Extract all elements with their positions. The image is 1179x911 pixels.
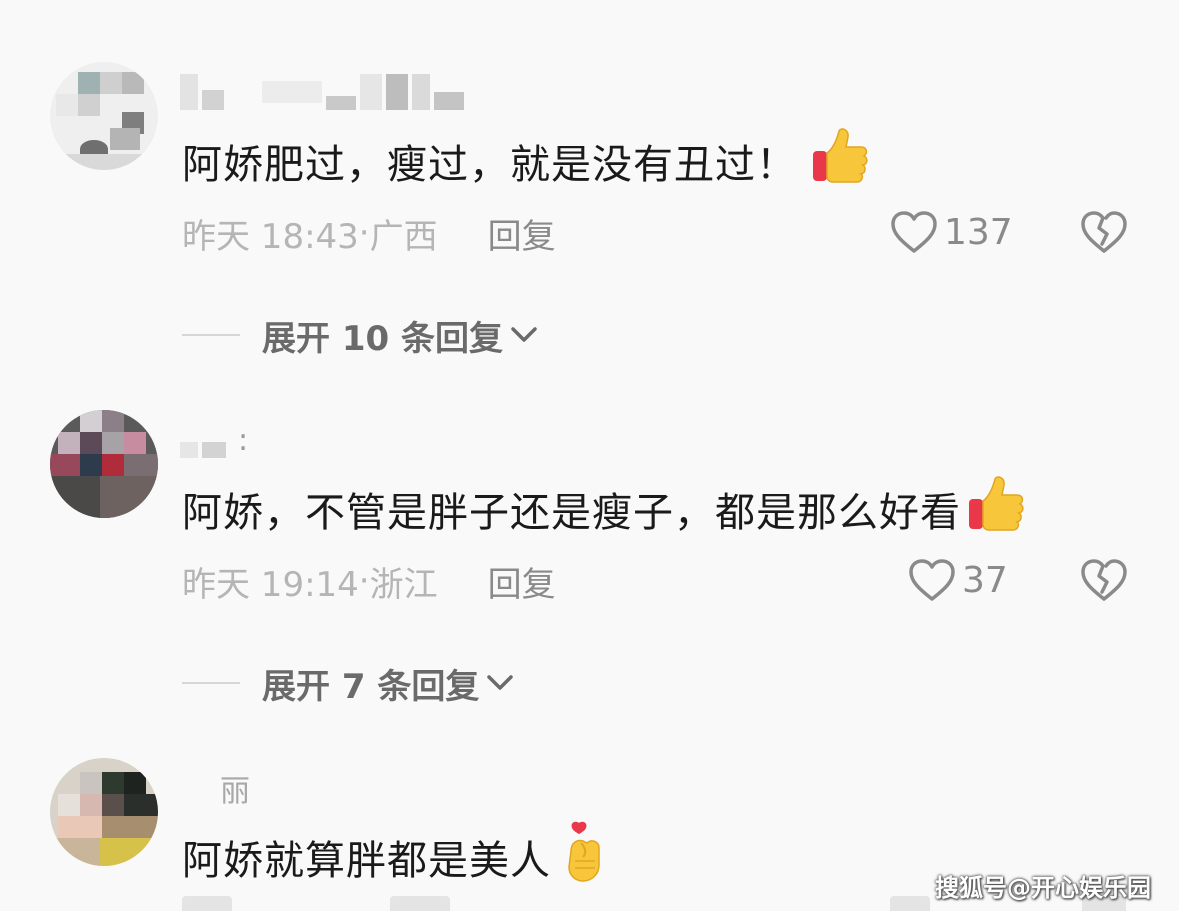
username-text: 丽	[220, 774, 250, 809]
username-blurred[interactable]: 丽	[180, 768, 250, 809]
comment-text-content: 阿娇就算胖都是美人	[182, 838, 551, 884]
next-row-peek	[890, 896, 930, 911]
next-row-peek	[390, 896, 450, 911]
comment-item: 丽 阿娇就算胖都是美人	[0, 0, 1179, 911]
comment-list: 阿娇肥过，瘦过，就是没有丑过！ 昨天 18:43 · 广西 回复 137 展开 …	[0, 0, 1179, 911]
avatar[interactable]	[50, 758, 158, 866]
comment-text: 阿娇就算胖都是美人	[182, 821, 609, 884]
next-row-peek	[182, 896, 232, 911]
finger-heart-icon	[561, 821, 609, 893]
watermark: 搜狐号@开心娱乐园	[935, 874, 1151, 902]
